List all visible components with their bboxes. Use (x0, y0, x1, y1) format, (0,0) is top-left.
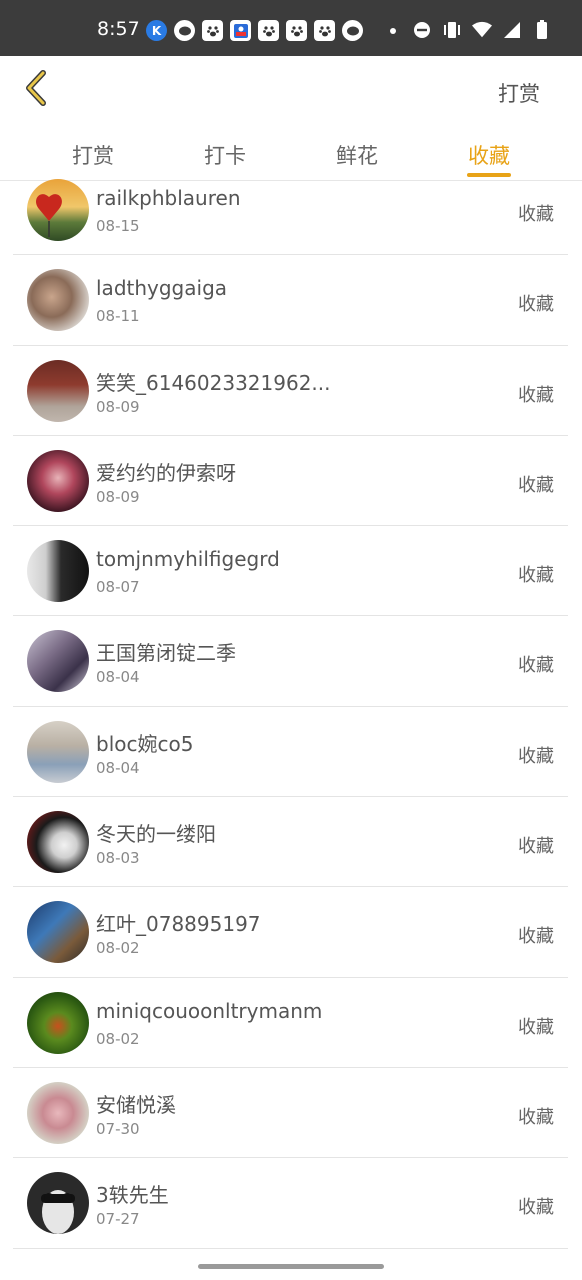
date: 08-09 (96, 487, 140, 506)
avatar (27, 811, 89, 874)
date: 08-04 (96, 758, 140, 777)
home-indicator[interactable] (198, 1264, 384, 1269)
bottom-bar (0, 1250, 582, 1280)
chat-bubble-icon (342, 20, 363, 41)
date: 07-30 (96, 1119, 140, 1138)
favorites-list: railkphblauren 08-15 收藏 ladthyggaiga 08-… (13, 165, 568, 1250)
avatar (27, 720, 89, 783)
action-label: 收藏 (518, 1197, 554, 1219)
date: 08-03 (96, 849, 140, 868)
list-item[interactable]: 爱约约的伊索呀 08-09 收藏 (13, 436, 568, 527)
baidu-paw-icon (202, 20, 223, 41)
header: 打赏 (0, 56, 582, 126)
do-not-disturb-icon (412, 20, 432, 40)
user-name: railkphblauren (96, 186, 241, 210)
user-name: 冬天的一缕阳 (96, 822, 216, 847)
status-time: 8:57 (97, 18, 140, 40)
user-name: 安储悦溪 (96, 1092, 176, 1117)
system-icons (412, 20, 552, 40)
list-item[interactable]: 3轶先生 07-27 收藏 (13, 1158, 568, 1249)
list-item[interactable]: tomjnmyhilfigegrd 08-07 收藏 (13, 526, 568, 617)
action-label: 收藏 (518, 474, 554, 496)
baidu-news-icon (230, 20, 251, 41)
signal-icon (502, 20, 522, 40)
reward-header-button[interactable]: 打赏 (498, 78, 540, 108)
avatar (27, 359, 89, 422)
action-label: 收藏 (518, 294, 554, 316)
action-label: 收藏 (518, 745, 554, 767)
user-name: bloc婉co5 (96, 731, 194, 756)
avatar (27, 269, 89, 332)
date: 07-27 (96, 1210, 140, 1229)
list-item[interactable]: 笑笑_6146023321962... 08-09 收藏 (13, 346, 568, 436)
avatar (27, 1081, 89, 1144)
list-item[interactable]: ladthyggaiga 08-11 收藏 (13, 255, 568, 346)
action-label: 收藏 (518, 655, 554, 677)
avatar (27, 630, 89, 693)
user-name: 3轶先生 (96, 1183, 169, 1208)
list-item[interactable]: 红叶_078895197 08-02 收藏 (13, 887, 568, 978)
chevron-left-icon (23, 70, 49, 110)
avatar (27, 540, 89, 603)
date: 08-02 (96, 939, 140, 958)
action-label: 收藏 (518, 384, 554, 406)
user-name: ladthyggaiga (96, 276, 228, 301)
list-item[interactable]: 王国第闭锭二季 08-04 收藏 (13, 616, 568, 707)
vibrate-icon (442, 20, 462, 40)
action-label: 收藏 (518, 204, 554, 225)
avatar (27, 901, 89, 964)
user-name: 爱约约的伊索呀 (96, 460, 236, 485)
user-name: tomjnmyhilfigegrd (96, 547, 280, 572)
baidu-paw-icon (258, 20, 279, 41)
list-item[interactable]: miniqcouoonltrymanm 08-02 收藏 (13, 978, 568, 1068)
date: 08-04 (96, 668, 140, 687)
avatar (27, 449, 89, 512)
action-label: 收藏 (518, 1106, 554, 1128)
date: 08-15 (96, 217, 140, 235)
user-name: 红叶_078895197 (96, 912, 261, 937)
list-item[interactable]: railkphblauren 08-15 收藏 (13, 165, 568, 256)
k-app-icon: K (146, 20, 167, 41)
more-notifications-dot-icon (390, 27, 396, 34)
action-label: 收藏 (518, 565, 554, 587)
date: 08-11 (96, 307, 140, 326)
baidu-paw-icon (286, 20, 307, 41)
battery-icon (532, 20, 552, 40)
list-item[interactable]: bloc婉co5 08-04 收藏 (13, 707, 568, 798)
notification-icons: K (146, 20, 396, 41)
action-label: 收藏 (518, 1016, 554, 1038)
user-name: 笑笑_6146023321962... (96, 370, 331, 395)
action-label: 收藏 (518, 926, 554, 948)
list-item[interactable]: 安储悦溪 07-30 收藏 (13, 1068, 568, 1159)
action-label: 收藏 (518, 836, 554, 858)
baidu-paw-icon (314, 20, 335, 41)
date: 08-02 (96, 1029, 140, 1048)
date: 08-07 (96, 578, 140, 597)
chat-bubble-icon (174, 20, 195, 41)
avatar (27, 1172, 89, 1235)
avatar (27, 179, 89, 241)
status-bar: 8:57 K (0, 0, 582, 56)
date: 08-09 (96, 397, 140, 416)
wifi-icon (472, 20, 492, 40)
user-name: 王国第闭锭二季 (96, 641, 236, 666)
avatar (27, 991, 89, 1054)
user-name: miniqcouoonltrymanm (96, 998, 323, 1023)
back-button[interactable] (16, 70, 56, 110)
list-item[interactable]: 冬天的一缕阳 08-03 收藏 (13, 797, 568, 888)
